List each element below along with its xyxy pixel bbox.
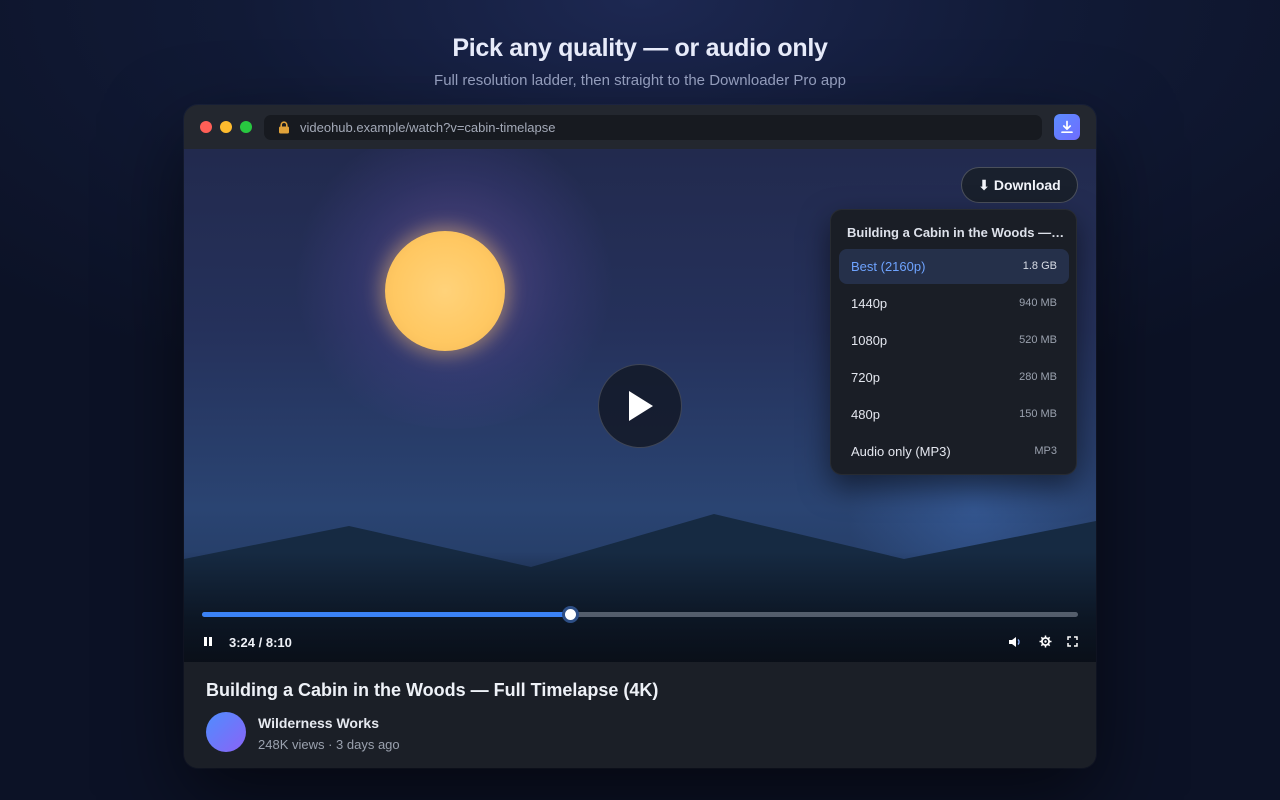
lock-icon: [279, 121, 289, 134]
pause-icon[interactable]: [203, 636, 213, 647]
download-button[interactable]: ⬇ Download: [961, 167, 1078, 203]
option-label: 1440p: [851, 296, 888, 311]
quality-option-best[interactable]: Best (2160p) 1.8 GB: [839, 249, 1069, 284]
option-size: 940 MB: [1019, 297, 1057, 309]
hero-subtitle: Full resolution ladder, then straight to…: [434, 72, 846, 89]
option-size: 280 MB: [1019, 371, 1057, 383]
option-size: 150 MB: [1019, 408, 1057, 420]
quality-option-audio[interactable]: Audio only (MP3) MP3: [839, 434, 1069, 469]
seek-bar[interactable]: [202, 606, 1078, 623]
menu-title: Building a Cabin in the Woods — Full Tim…: [847, 225, 1065, 240]
gear-icon[interactable]: [1039, 635, 1052, 648]
option-label: 1080p: [851, 333, 888, 348]
fullscreen-icon[interactable]: [1067, 636, 1078, 647]
controls-gradient: [184, 552, 1096, 662]
maximize-window-button[interactable]: [240, 121, 252, 133]
downloader-extension-button[interactable]: [1054, 114, 1080, 140]
quality-option-1080p[interactable]: 1080p 520 MB: [839, 323, 1069, 358]
quality-option-1440p[interactable]: 1440p 940 MB: [839, 286, 1069, 321]
browser-window: videohub.example/watch?v=cabin-timelapse…: [184, 105, 1096, 768]
play-icon: [629, 391, 653, 421]
volume-icon[interactable]: [1008, 636, 1022, 648]
minimize-window-button[interactable]: [220, 121, 232, 133]
hero-title: Pick any quality — or audio only: [452, 34, 828, 62]
quality-menu: Building a Cabin in the Woods — Full Tim…: [830, 209, 1077, 475]
option-size: 1.8 GB: [1022, 260, 1057, 272]
download-extension-icon: [1061, 120, 1073, 134]
close-window-button[interactable]: [200, 121, 212, 133]
address-bar[interactable]: videohub.example/watch?v=cabin-timelapse: [264, 115, 1042, 140]
time-display: 3:24 / 8:10: [229, 635, 292, 650]
option-size: MP3: [1034, 445, 1057, 457]
quality-option-720p[interactable]: 720p 280 MB: [839, 360, 1069, 395]
option-label: 720p: [851, 370, 880, 385]
seek-bar-progress: [202, 612, 570, 617]
option-label: Best (2160p): [851, 259, 926, 274]
play-button[interactable]: [598, 364, 682, 448]
url-text: videohub.example/watch?v=cabin-timelapse: [300, 120, 556, 135]
quality-option-480p[interactable]: 480p 150 MB: [839, 397, 1069, 432]
channel-avatar[interactable]: [206, 712, 246, 752]
option-label: Audio only (MP3): [851, 444, 951, 459]
video-title: Building a Cabin in the Woods — Full Tim…: [206, 680, 659, 700]
video-player[interactable]: ⬇ Download Building a Cabin in the Woods…: [184, 149, 1096, 662]
browser-toolbar: videohub.example/watch?v=cabin-timelapse: [184, 105, 1096, 149]
option-size: 520 MB: [1019, 334, 1057, 346]
video-meta: 248K views · 3 days ago: [258, 737, 400, 752]
seek-handle[interactable]: [561, 606, 579, 623]
video-info: Building a Cabin in the Woods — Full Tim…: [184, 662, 1096, 768]
option-label: 480p: [851, 407, 880, 422]
channel-name[interactable]: Wilderness Works: [258, 715, 379, 731]
